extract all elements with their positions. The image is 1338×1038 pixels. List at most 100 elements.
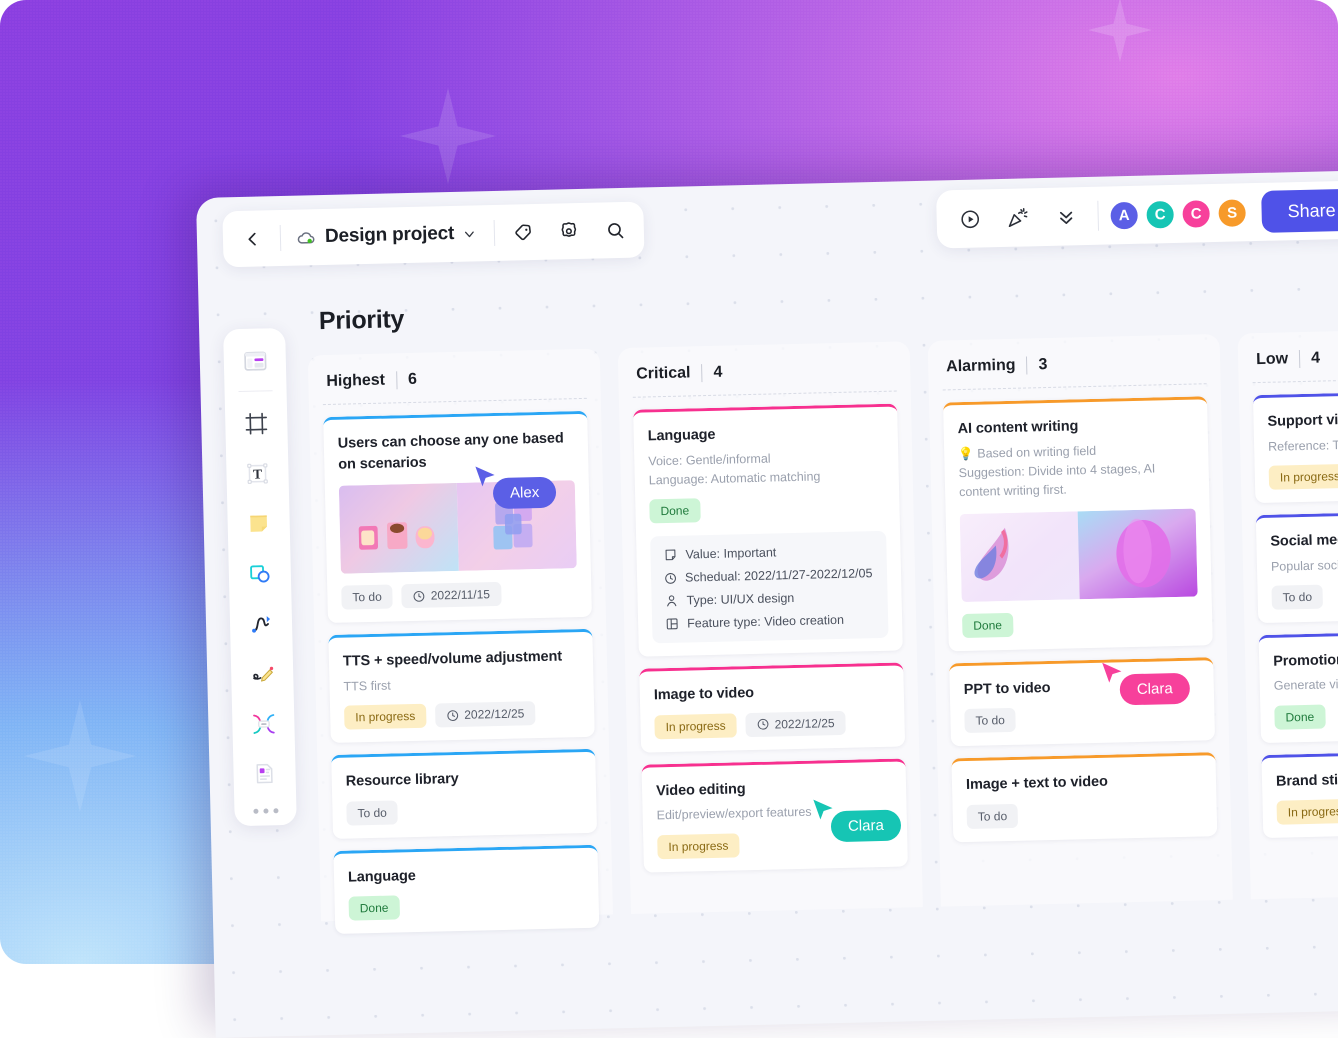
column-name: Critical — [636, 364, 691, 383]
task-chips: Done — [962, 608, 1198, 638]
rail-divider — [239, 390, 273, 392]
project-name-label: Design project — [325, 223, 455, 248]
task-card[interactable]: Image + text to videoTo do — [951, 752, 1217, 842]
task-title: Social media — [1270, 526, 1338, 552]
status-badge[interactable]: To do — [346, 800, 398, 825]
column-divider — [701, 364, 702, 382]
toolbar-divider — [1097, 201, 1099, 231]
task-subtitle: TTS first — [343, 672, 579, 697]
template-frame-icon[interactable] — [231, 337, 278, 384]
connector-icon[interactable] — [240, 700, 287, 747]
back-button[interactable] — [228, 216, 275, 261]
status-badge[interactable]: To do — [341, 585, 393, 610]
task-card[interactable]: Brand stickerIn progress — [1261, 749, 1338, 839]
status-badge[interactable]: To do — [1271, 584, 1323, 609]
chip-label: Done — [360, 901, 389, 916]
share-button[interactable]: Share — [1261, 189, 1338, 233]
task-card[interactable]: Support video third party platformRefere… — [1253, 389, 1338, 503]
chip-label: Done — [660, 504, 689, 519]
clock-icon — [413, 589, 426, 602]
present-button[interactable] — [946, 196, 993, 241]
text-tool-icon[interactable]: T — [234, 450, 281, 497]
app-window: Design project — [196, 168, 1338, 1037]
status-badge[interactable]: Done — [349, 896, 400, 921]
kanban-column: Alarming3AI content writing💡 Based on wr… — [928, 334, 1233, 907]
product-render-thumb — [339, 480, 577, 574]
document-icon[interactable] — [241, 750, 288, 797]
clock-icon — [446, 709, 459, 722]
chip-label: To do — [352, 590, 382, 605]
task-meta-text: Schedual: 2022/11/27-2022/12/05 — [685, 566, 873, 584]
chip-label: 2022/12/25 — [774, 716, 834, 731]
chip-label: 2022/11/15 — [431, 587, 490, 602]
task-chips: In progress — [1269, 460, 1338, 490]
task-due-date[interactable]: 2022/12/25 — [745, 711, 846, 737]
column-count: 4 — [713, 364, 722, 382]
chip-label: Done — [1285, 710, 1314, 725]
status-badge[interactable]: Done — [962, 613, 1013, 638]
status-badge[interactable]: To do — [967, 804, 1019, 829]
task-card[interactable]: Users can choose any one based on scenar… — [323, 411, 592, 623]
chevron-down-icon — [462, 226, 477, 241]
search-button[interactable] — [592, 208, 639, 253]
pencil-draw-icon[interactable] — [239, 650, 286, 697]
task-title: Users can choose any one based on scenar… — [338, 428, 575, 475]
avatar[interactable]: S — [1216, 197, 1248, 229]
task-card[interactable]: Social mediaPopular socialTo do — [1256, 509, 1338, 623]
column-count: 4 — [1311, 350, 1320, 368]
task-card[interactable]: Resource library To do — [331, 749, 597, 839]
task-card[interactable]: PromotionGenerate vidDone — [1259, 629, 1338, 743]
status-badge[interactable]: Done — [649, 499, 700, 524]
task-card[interactable]: PPT to videoTo doClara — [949, 657, 1215, 747]
column-header: Low 4 — [1252, 343, 1338, 383]
task-meta-row: Feature type: Video creation — [665, 612, 875, 631]
crop-frame-icon[interactable] — [233, 400, 280, 447]
task-card[interactable]: AI content writing💡 Based on writing fie… — [943, 396, 1213, 651]
more-dots-icon[interactable] — [253, 808, 278, 814]
page-title: Priority — [319, 305, 405, 336]
task-title: Support video third party platform — [1267, 406, 1338, 432]
task-due-date[interactable]: 2022/11/15 — [402, 582, 502, 608]
kanban-column: Low 4 Support video third party platformRe… — [1237, 327, 1338, 900]
celebrate-button[interactable] — [994, 195, 1041, 240]
status-badge[interactable]: In progress — [1277, 799, 1338, 825]
column-count: 3 — [1038, 356, 1047, 374]
status-badge[interactable]: In progress — [1269, 464, 1338, 490]
column-name: Low — [1256, 350, 1288, 369]
task-card[interactable]: Image to videoIn progress2022/12/25 — [639, 663, 905, 753]
sticky-note-icon[interactable] — [235, 500, 282, 547]
task-subtitle: Edit/preview/export features — [656, 801, 892, 826]
sparkle-decoration-icon — [24, 700, 136, 812]
chip-label: To do — [978, 809, 1008, 824]
task-title: Promotion — [1273, 646, 1338, 672]
tag-button[interactable] — [500, 210, 547, 255]
task-card[interactable]: LanguageDone — [333, 844, 599, 934]
avatar[interactable]: C — [1144, 198, 1176, 230]
task-title: Resource library — [346, 766, 582, 792]
task-due-date[interactable]: 2022/12/25 — [435, 701, 536, 727]
kanban-board: Highest6Users can choose any one based o… — [308, 327, 1338, 1035]
status-badge[interactable]: In progress — [344, 704, 427, 730]
task-card[interactable]: Video editingEdit/preview/export feature… — [641, 758, 907, 872]
avatar[interactable]: A — [1108, 199, 1140, 231]
toolbar-right: ACCS Share — [936, 180, 1338, 248]
status-badge[interactable]: Done — [1274, 704, 1325, 729]
task-chips: Done — [349, 891, 585, 921]
status-badge[interactable]: In progress — [657, 833, 740, 859]
project-selector[interactable]: Design project — [285, 211, 489, 260]
settings-button[interactable] — [546, 209, 593, 254]
status-badge[interactable]: In progress — [654, 713, 737, 739]
status-badge[interactable]: To do — [964, 708, 1016, 733]
clock-icon — [756, 718, 769, 731]
task-meta-row: Schedual: 2022/11/27-2022/12/05 — [664, 566, 874, 585]
collapse-button[interactable] — [1042, 194, 1089, 239]
pen-curve-icon[interactable] — [238, 600, 285, 647]
avatar[interactable]: C — [1180, 198, 1212, 230]
chip-label: To do — [1283, 590, 1313, 605]
task-card[interactable]: TTS + speed/volume adjustmentTTS firstIn… — [328, 629, 594, 743]
layout-icon — [665, 617, 679, 631]
toolbar-divider — [280, 225, 282, 251]
shapes-icon[interactable] — [236, 550, 283, 597]
task-card[interactable]: LanguageVoice: Gentle/informalLanguage: … — [633, 404, 903, 657]
note-icon — [663, 548, 677, 562]
